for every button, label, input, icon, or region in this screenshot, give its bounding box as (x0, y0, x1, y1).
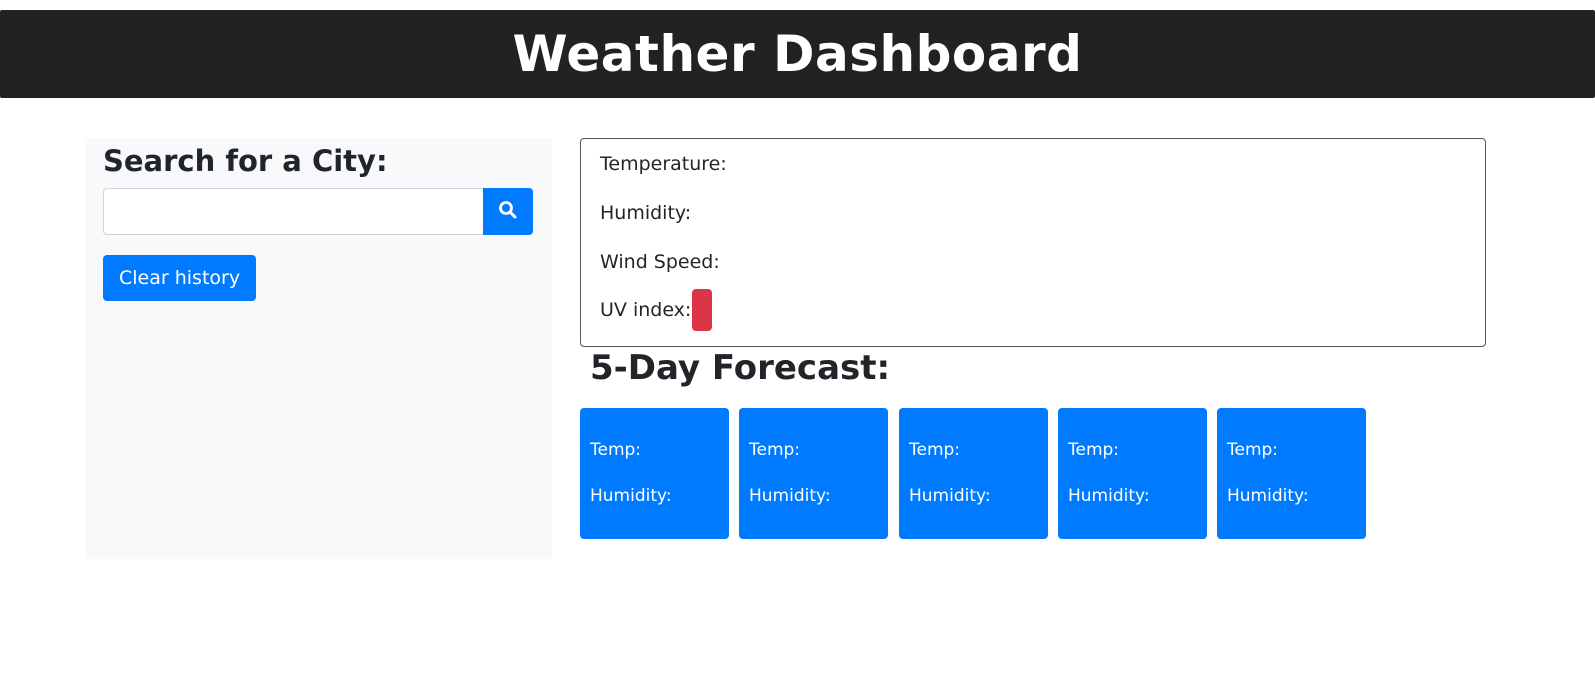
search-icon (498, 200, 518, 223)
forecast-card: Temp: Humidity: (580, 408, 729, 539)
forecast-card: Temp: Humidity: (899, 408, 1048, 539)
page-title: Weather Dashboard (512, 25, 1083, 83)
city-search-input[interactable] (103, 188, 483, 235)
forecast-temp-label: Temp: (909, 440, 961, 460)
clear-history-button[interactable]: Clear history (103, 255, 257, 301)
search-sidebar: Search for a City: Clear history (85, 138, 552, 559)
uv-index-label: UV index: (600, 299, 692, 321)
current-weather-panel: Temperature: Humidity: Wind Speed: UV in… (580, 138, 1486, 347)
forecast-humidity-label: Humidity: (909, 486, 991, 506)
forecast-card: Temp: Humidity: (1058, 408, 1207, 539)
forecast-temp-label: Temp: (590, 440, 642, 460)
page-header: Weather Dashboard (0, 10, 1595, 98)
temperature-label: Temperature: (600, 153, 727, 175)
forecast-humidity-label: Humidity: (749, 486, 831, 506)
wind-speed-label: Wind Speed: (600, 251, 720, 273)
humidity-label: Humidity: (600, 202, 692, 224)
uv-index-row: UV index: (600, 289, 713, 331)
forecast-title: 5-Day Forecast: (590, 348, 891, 388)
forecast-humidity-label: Humidity: (1068, 486, 1150, 506)
forecast-card: Temp: Humidity: (739, 408, 888, 539)
search-group (103, 188, 533, 235)
forecast-temp-label: Temp: (1068, 440, 1120, 460)
forecast-humidity-label: Humidity: (590, 486, 672, 506)
forecast-card: Temp: Humidity: (1217, 408, 1366, 539)
forecast-humidity-label: Humidity: (1227, 486, 1309, 506)
search-heading: Search for a City: (103, 144, 388, 178)
search-button[interactable] (483, 188, 533, 235)
uv-index-badge (692, 289, 713, 331)
forecast-temp-label: Temp: (749, 440, 801, 460)
forecast-temp-label: Temp: (1227, 440, 1279, 460)
